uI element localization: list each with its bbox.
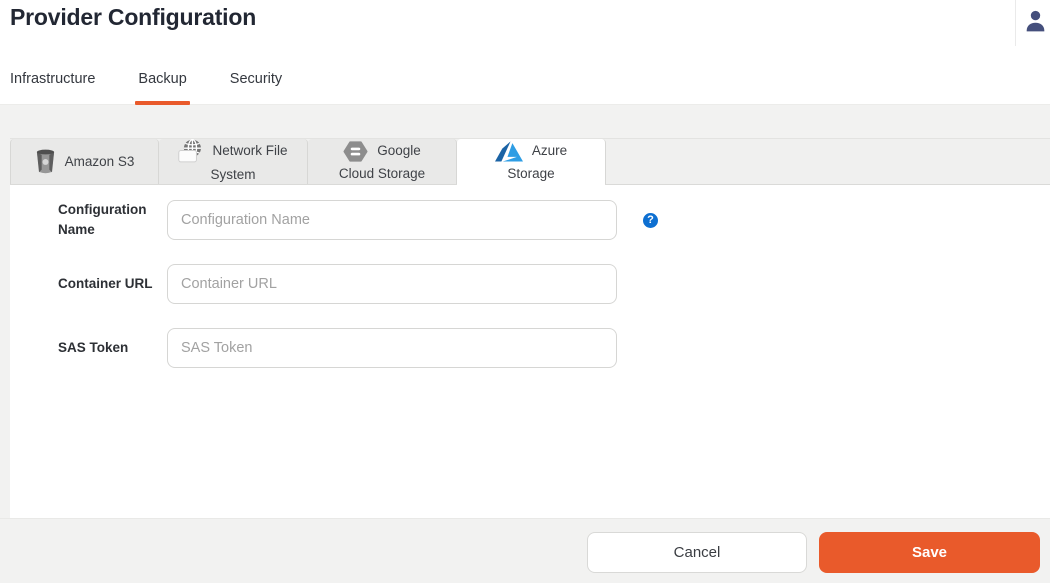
provider-tab-amazon-s3[interactable]: Amazon S3 <box>10 139 159 184</box>
provider-tab-label-line2: Storage <box>507 165 554 183</box>
form-row-sas-token: SAS Token <box>58 328 617 368</box>
user-account-button[interactable] <box>1023 9 1047 33</box>
provider-tab-label: Network File <box>212 142 287 160</box>
provider-tab-label: Amazon S3 <box>65 153 135 171</box>
cancel-button[interactable]: Cancel <box>587 532 807 573</box>
provider-tab-row: Amazon S3 <box>35 149 135 174</box>
globe-folder-icon <box>178 139 203 163</box>
active-tab-underline <box>135 101 189 105</box>
configuration-name-input[interactable] <box>167 200 617 240</box>
provider-tab-label-line2: System <box>210 166 255 184</box>
page-title: Provider Configuration <box>10 4 256 31</box>
provider-tab-google-cloud-storage[interactable]: Google Cloud Storage <box>308 139 457 184</box>
provider-tab-row: Azure <box>495 141 567 162</box>
provider-tab-azure-storage[interactable]: Azure Storage <box>457 139 606 184</box>
tab-security-label: Security <box>230 71 282 87</box>
s3-bucket-icon <box>35 149 56 174</box>
action-footer: Cancel Save <box>0 518 1050 583</box>
provider-tab-row: Google <box>343 141 421 162</box>
page-header: Provider Configuration Infrastructure Ba… <box>0 0 1050 105</box>
tab-backup[interactable]: Backup <box>138 66 186 105</box>
provider-tab-label: Google <box>377 142 421 160</box>
container-url-label: Container URL <box>58 274 158 294</box>
provider-tab-label-line2: Cloud Storage <box>339 165 425 183</box>
provider-tab-network-file-system[interactable]: Network File System <box>159 139 308 184</box>
sas-token-input[interactable] <box>167 328 617 368</box>
provider-tab-bar: Amazon S3 Network File System <box>10 138 1050 185</box>
form-row-configuration-name: Configuration Name ? <box>58 200 658 240</box>
tab-security[interactable]: Security <box>230 66 282 105</box>
user-icon <box>1024 20 1047 35</box>
help-icon[interactable]: ? <box>643 213 658 228</box>
provider-tab-row: Network File <box>178 139 287 163</box>
container-url-input[interactable] <box>167 264 617 304</box>
azure-logo-icon <box>495 141 523 162</box>
azure-storage-form-panel: Configuration Name ? Container URL SAS T… <box>10 185 1050 518</box>
tab-infrastructure[interactable]: Infrastructure <box>10 66 95 105</box>
save-button[interactable]: Save <box>819 532 1040 573</box>
hexagon-equals-icon <box>343 141 368 162</box>
form-row-container-url: Container URL <box>58 264 617 304</box>
provider-tab-label: Azure <box>532 142 567 160</box>
configuration-name-label: Configuration Name <box>58 200 158 239</box>
main-nav-tabs: Infrastructure Backup Security <box>10 66 282 105</box>
tab-infrastructure-label: Infrastructure <box>10 71 95 87</box>
header-divider <box>1015 0 1016 46</box>
sas-token-label: SAS Token <box>58 338 158 358</box>
tab-backup-label: Backup <box>138 71 186 87</box>
